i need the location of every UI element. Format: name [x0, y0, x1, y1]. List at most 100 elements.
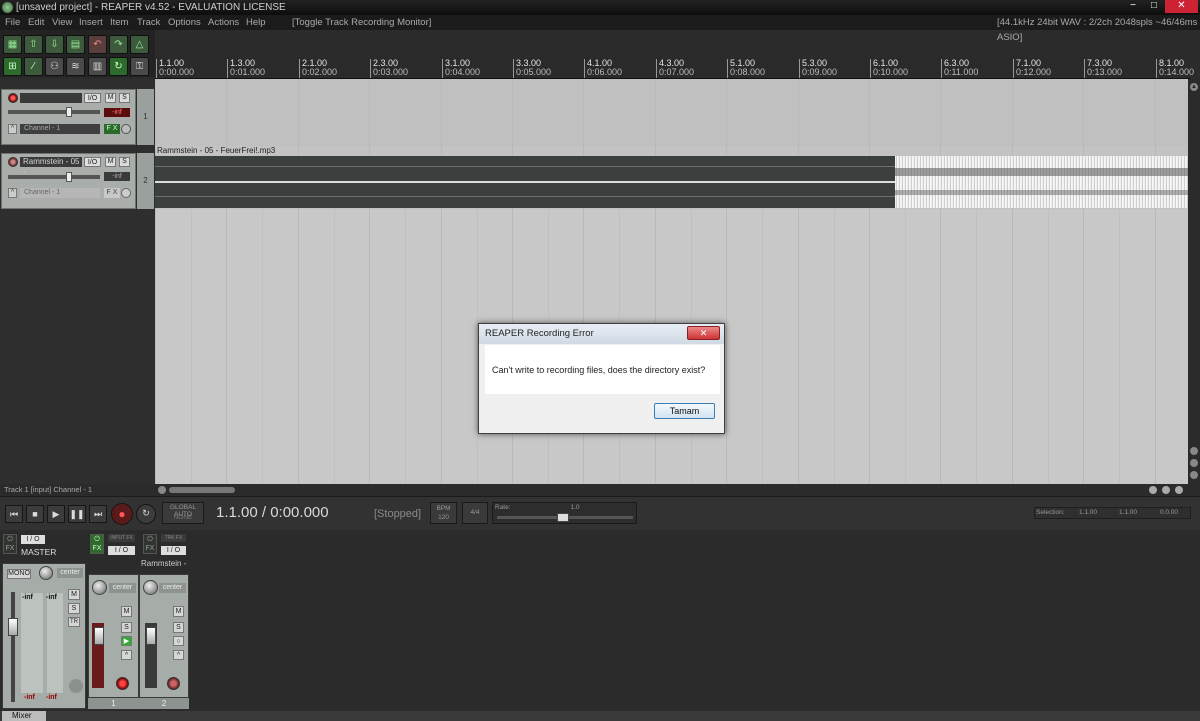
menu-insert[interactable]: Insert: [79, 15, 103, 30]
menu-item[interactable]: Item: [110, 15, 128, 30]
strip-2-record-arm-icon[interactable]: [167, 677, 180, 690]
media-item[interactable]: [155, 146, 1188, 208]
timeline-ruler[interactable]: 1.1.00 0:00.000 1.3.00 0:01.000 2.1.00 0:02.0…: [155, 57, 1194, 79]
record-icon[interactable]: ●: [111, 503, 133, 525]
scroll-right-icon[interactable]: [1149, 486, 1157, 494]
go-to-start-icon[interactable]: ⏮: [5, 505, 23, 523]
repeat-icon[interactable]: ↻: [136, 504, 156, 524]
track-2-io-button[interactable]: I/O: [84, 157, 101, 167]
strip-2-phase-icon[interactable]: ^: [173, 650, 184, 660]
close-button[interactable]: ✕: [1165, 0, 1198, 13]
strip-1-record-arm-icon[interactable]: [116, 677, 129, 690]
stop-icon[interactable]: ■: [26, 505, 44, 523]
selection-end[interactable]: 1.1.00: [1114, 509, 1142, 516]
zoom-in-vertical-icon[interactable]: [1190, 471, 1198, 479]
track-2-mute-button[interactable]: M: [105, 157, 116, 167]
track-2-solo-button[interactable]: S: [119, 157, 130, 167]
master-trim-button[interactable]: TR: [68, 617, 80, 627]
auto-crossfade-icon[interactable]: ≋: [66, 57, 85, 76]
track-2-record-arm-icon[interactable]: [8, 157, 18, 167]
time-display[interactable]: 1.1.00 / 0:00.000: [216, 504, 329, 521]
new-project-icon[interactable]: ▦: [3, 35, 22, 54]
pause-icon[interactable]: ❚❚: [68, 505, 86, 523]
ripple-edit-icon[interactable]: ∕: [24, 57, 43, 76]
strip-1-fx-button[interactable]: ⏻ FX: [90, 534, 104, 554]
open-project-icon[interactable]: ⇧: [24, 35, 43, 54]
strip-2-solo-button[interactable]: S: [173, 622, 184, 633]
track-1-io-button[interactable]: I/O: [84, 93, 101, 103]
scroll-left-icon[interactable]: [158, 486, 166, 494]
save-project-icon[interactable]: ⇩: [45, 35, 64, 54]
menu-track[interactable]: Track: [137, 15, 160, 30]
mixer-tab[interactable]: Mixer: [2, 711, 46, 721]
selection-start[interactable]: 1.1.00: [1074, 509, 1102, 516]
zoom-out-vertical-icon[interactable]: [1190, 447, 1198, 455]
track-1-fx-button[interactable]: F X: [104, 124, 120, 134]
maximize-button[interactable]: □: [1144, 0, 1164, 13]
menu-view[interactable]: View: [52, 15, 72, 30]
item-grouping-icon[interactable]: ⚇: [45, 57, 64, 76]
master-io-button[interactable]: I / O: [21, 535, 45, 544]
master-mono-button[interactable]: MONO: [7, 569, 31, 579]
strip-1-io-button[interactable]: I / O: [108, 546, 135, 555]
strip-2-pan-knob[interactable]: [143, 580, 158, 595]
menu-actions[interactable]: Actions: [208, 15, 239, 30]
track-1-envelope-icon[interactable]: ^: [8, 124, 17, 134]
track-1-record-arm-icon[interactable]: [8, 93, 18, 103]
strip-1-phase-icon[interactable]: ^: [121, 650, 132, 660]
horizontal-scroll-thumb[interactable]: [169, 487, 235, 493]
scroll-down-icon[interactable]: [1190, 459, 1198, 467]
playrate-knob[interactable]: [557, 513, 569, 522]
dialog-close-button[interactable]: ✕: [687, 326, 720, 340]
audio-status[interactable]: [44.1kHz 24bit WAV : 2/2ch 2048spls ~46/…: [997, 15, 1200, 45]
strip-1-solo-button[interactable]: S: [121, 622, 132, 633]
track-2-volume-slider[interactable]: [8, 172, 100, 182]
menu-file[interactable]: File: [5, 15, 20, 30]
project-settings-icon[interactable]: ▤: [66, 35, 85, 54]
strip-1-mute-button[interactable]: M: [121, 606, 132, 617]
strip-1-fader[interactable]: [94, 627, 104, 645]
go-to-end-icon[interactable]: ⏭: [89, 505, 107, 523]
horizontal-scrollbar[interactable]: [155, 484, 1200, 496]
strip-1-monitor-button[interactable]: ▶: [121, 636, 132, 646]
track-2-fx-bypass-icon[interactable]: [121, 188, 131, 198]
playrate-slider[interactable]: [497, 513, 633, 522]
menu-help[interactable]: Help: [246, 15, 266, 30]
zoom-in-horizontal-icon[interactable]: [1175, 486, 1183, 494]
grid-snap-icon[interactable]: ⊞: [3, 57, 22, 76]
strip-2-monitor-button[interactable]: ○: [173, 636, 184, 646]
track-2-name[interactable]: Rammstein - 05 -: [20, 157, 82, 176]
strip-2-mute-button[interactable]: M: [173, 606, 184, 617]
track-2-envelope-icon[interactable]: ^: [8, 188, 17, 198]
envelope-lock-icon[interactable]: ▥: [88, 57, 107, 76]
menu-edit[interactable]: Edit: [28, 15, 44, 30]
master-fx-button[interactable]: ⏻ FX: [3, 534, 17, 554]
strip-2-fader[interactable]: [146, 627, 156, 645]
metronome-icon[interactable]: △: [130, 35, 149, 54]
master-solo-button[interactable]: S: [68, 603, 80, 614]
track-1-fx-bypass-icon[interactable]: [121, 124, 131, 134]
minimize-button[interactable]: −: [1123, 0, 1143, 13]
master-fader-track[interactable]: [11, 592, 15, 702]
strip-1-pan-knob[interactable]: [92, 580, 107, 595]
track-2-input-select[interactable]: Channel - 1: [20, 188, 100, 198]
play-icon[interactable]: ▶: [47, 505, 65, 523]
track-2-fx-button[interactable]: F X: [104, 188, 120, 198]
scroll-up-icon[interactable]: ▲: [1190, 83, 1198, 91]
master-fader[interactable]: [8, 618, 18, 636]
undo-icon[interactable]: ↶: [88, 35, 107, 54]
master-pan-knob[interactable]: [39, 566, 53, 580]
track-lane-1[interactable]: [155, 79, 1188, 146]
track-1-solo-button[interactable]: S: [119, 93, 130, 103]
track-1-mute-button[interactable]: M: [105, 93, 116, 103]
lock-icon[interactable]: ⚿: [130, 57, 149, 76]
redo-icon[interactable]: ↷: [109, 35, 128, 54]
track-1-volume-slider[interactable]: [8, 107, 100, 117]
strip-2-io-button[interactable]: I / O: [161, 546, 186, 555]
master-mute-button[interactable]: M: [68, 589, 80, 600]
zoom-out-horizontal-icon[interactable]: [1162, 486, 1170, 494]
menu-options[interactable]: Options: [168, 15, 201, 30]
loop-icon[interactable]: ↻: [109, 57, 128, 76]
dialog-ok-button[interactable]: Tamam: [654, 403, 715, 419]
track-1-input-select[interactable]: Channel - 1: [20, 124, 100, 134]
